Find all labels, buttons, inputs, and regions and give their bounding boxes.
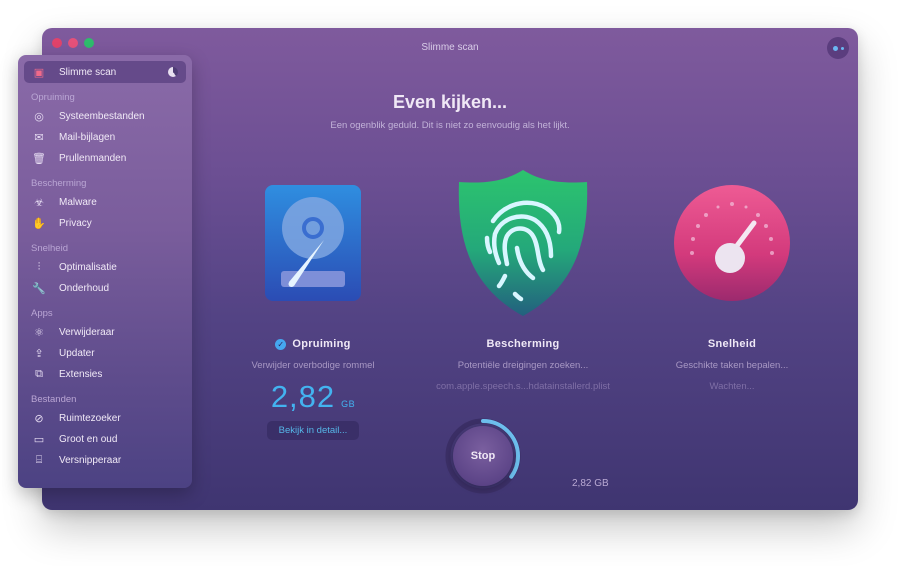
sidebar-item-label: Ruimtezoeker <box>59 413 121 424</box>
smart-scan-icon: ▣ <box>33 66 45 79</box>
sidebar-item-label: Updater <box>59 348 95 359</box>
sidebar-item-privacy[interactable]: ✋ Privacy <box>24 213 186 234</box>
folder-icon: ▭ <box>33 434 45 446</box>
wrench-icon: 🔧 <box>32 283 46 295</box>
current-scan-file: Wachten... <box>709 381 755 392</box>
module-title: ✓ Opruiming <box>213 338 413 350</box>
space-lens-icon: ⊘ <box>34 413 44 425</box>
sidebar-section-label: Opruiming <box>31 92 75 103</box>
module-cleanup: ✓ Opruiming Verwijder overbodige rommel … <box>213 168 413 440</box>
speedometer-icon <box>674 185 790 301</box>
assistant-eye-icon <box>832 45 838 51</box>
module-description: Potentiële dreigingen zoeken... <box>457 360 589 371</box>
sidebar-item-malware[interactable]: ☣ Malware <box>24 192 186 213</box>
sidebar-item-label: Onderhoud <box>59 283 110 294</box>
size-unit: GB <box>341 399 356 409</box>
sidebar-item-label: Versnipperaar <box>59 455 122 466</box>
sidebar-item-label: Systeembestanden <box>59 111 145 122</box>
sidebar: ▣ Slimme scan Opruiming ◎ Systeembestanden… <box>18 55 192 488</box>
module-description: Verwijder overbodige rommel <box>251 360 375 371</box>
sidebar-item-smart-scan[interactable]: ▣ Slimme scan <box>24 61 186 83</box>
module-title: Bescherming <box>423 338 623 350</box>
scan-progress: Stop <box>444 417 522 495</box>
sidebar-item-prullenmanden[interactable]: 🗑 Prullenmanden <box>24 148 186 169</box>
sidebar-item-updater[interactable]: ⇪ Updater <box>24 343 186 364</box>
hand-icon: ✋ <box>32 218 46 230</box>
sidebar-item-versnipperaar[interactable]: ⌸ Versnipperaar <box>24 450 186 471</box>
updater-icon: ⇪ <box>34 348 44 360</box>
module-title: Snelheid <box>632 338 832 350</box>
assistant-eye-icon <box>840 46 844 50</box>
sidebar-section-label: Snelheid <box>31 243 68 254</box>
shredder-icon: ⌸ <box>35 454 43 466</box>
scan-progress-pie-icon <box>168 67 178 77</box>
sidebar-item-label: Slimme scan <box>59 66 117 78</box>
module-protection: Bescherming Potentiële dreigingen zoeken… <box>423 168 623 392</box>
sidebar-item-optimalisatie[interactable]: ⫶ Optimalisatie <box>24 257 186 278</box>
sliders-icon: ⫶ <box>37 261 41 273</box>
hard-drive-icon <box>265 185 361 301</box>
current-scan-file: com.apple.speech.s...hdatainstallerd.pli… <box>436 381 610 392</box>
sidebar-item-groot-en-oud[interactable]: ▭ Groot en oud <box>24 429 186 450</box>
sidebar-section-label: Apps <box>31 308 53 319</box>
sidebar-item-extensies[interactable]: ⧉ Extensies <box>24 364 186 385</box>
module-title-text: Snelheid <box>707 338 757 350</box>
module-title-text: Bescherming <box>486 338 560 350</box>
module-description: Geschikte taken bepalen... <box>675 360 789 371</box>
system-files-icon: ◎ <box>34 111 44 123</box>
window-title: Slimme scan <box>421 42 479 53</box>
module-speed: Snelheid Geschikte taken bepalen... Wach… <box>632 168 832 392</box>
cleanup-size: 2,82 GB <box>213 379 413 415</box>
sidebar-item-label: Mail-bijlagen <box>59 132 116 143</box>
stop-button[interactable]: Stop <box>453 426 513 486</box>
size-value: 2,82 <box>270 379 336 414</box>
app-stage: Slimme scan Even kijken... Een ogenblik … <box>0 0 900 566</box>
sidebar-item-ruimtezoeker[interactable]: ⊘ Ruimtezoeker <box>24 408 186 429</box>
assistant-button[interactable] <box>827 37 849 59</box>
checkmark-icon: ✓ <box>275 338 287 350</box>
trash-icon: 🗑 <box>32 153 46 165</box>
sidebar-sections: Opruiming ◎ Systeembestanden ✉ Mail-bijlagen… <box>24 92 186 471</box>
extensions-icon: ⧉ <box>35 368 43 380</box>
biohazard-icon: ☣ <box>34 197 44 209</box>
sidebar-item-label: Privacy <box>59 218 92 229</box>
sidebar-item-label: Groot en oud <box>59 434 118 445</box>
sidebar-item-mail-bijlagen[interactable]: ✉ Mail-bijlagen <box>24 127 186 148</box>
sidebar-item-label: Malware <box>59 197 97 208</box>
module-title-text: Opruiming <box>292 338 351 350</box>
uninstaller-icon: ⚛ <box>34 327 44 339</box>
sidebar-item-label: Optimalisatie <box>59 262 117 273</box>
sidebar-item-systeembestanden[interactable]: ◎ Systeembestanden <box>24 106 186 127</box>
view-details-button[interactable]: Bekijk in detail... <box>266 421 360 440</box>
sidebar-item-verwijderaar[interactable]: ⚛ Verwijderaar <box>24 322 186 343</box>
sidebar-item-onderhoud[interactable]: 🔧 Onderhoud <box>24 278 186 299</box>
sidebar-item-label: Extensies <box>59 369 103 380</box>
sidebar-item-label: Verwijderaar <box>59 327 115 338</box>
total-size: 2,82 GB <box>572 478 609 489</box>
fingerprint-shield-icon <box>458 170 588 316</box>
mail-icon: ✉ <box>34 132 44 144</box>
sidebar-item-label: Prullenmanden <box>59 153 127 164</box>
sidebar-section-label: Bestanden <box>31 394 77 405</box>
sidebar-section-label: Bescherming <box>31 178 87 189</box>
